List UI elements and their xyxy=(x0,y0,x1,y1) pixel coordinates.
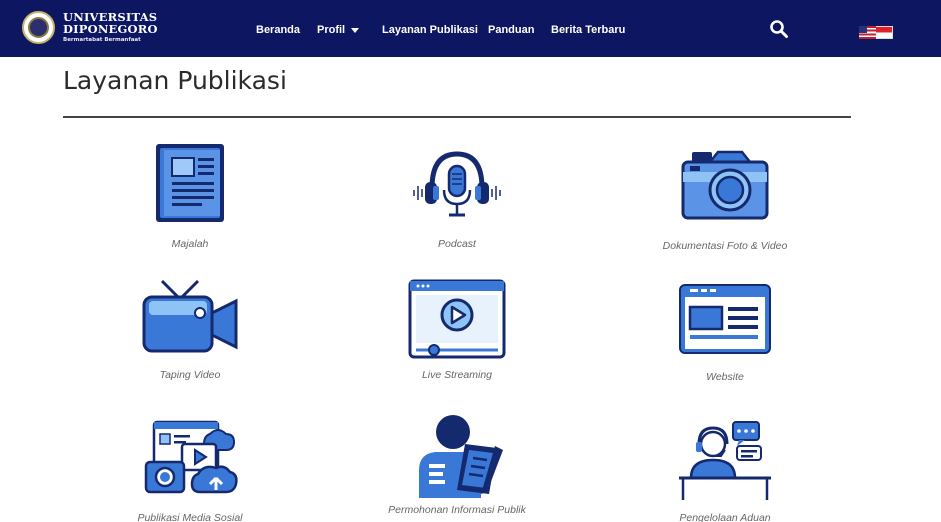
page-title: Layanan Publikasi xyxy=(63,66,287,95)
service-label: Pengelolaan Aduan xyxy=(679,512,771,522)
service-label: Taping Video xyxy=(159,369,221,381)
service-card-taping-video[interactable]: Taping Video xyxy=(90,279,290,381)
top-navbar: UNIVERSITAS DIPONEGORO Bermartabat Berma… xyxy=(0,0,941,57)
service-card-live-streaming[interactable]: Live Streaming xyxy=(357,279,557,381)
service-card-dokumentasi[interactable]: Dokumentasi Foto & Video xyxy=(625,150,825,252)
newspaper-icon xyxy=(156,144,224,222)
indonesia-flag-icon[interactable] xyxy=(876,26,893,39)
nav-profil[interactable]: Profil xyxy=(317,24,360,36)
service-card-majalah[interactable]: Majalah xyxy=(90,142,290,250)
main-nav: Beranda Profil Layanan Publikasi Panduan… xyxy=(0,0,700,57)
search-icon xyxy=(770,20,788,38)
nav-beranda[interactable]: Beranda xyxy=(256,24,300,36)
service-card-website[interactable]: Website xyxy=(625,283,825,383)
service-card-publikasi-media-sosial[interactable]: Publikasi Media Sosial xyxy=(90,420,290,522)
service-label: Website xyxy=(706,371,744,383)
service-label: Majalah xyxy=(171,238,209,250)
service-card-permohonan-informasi[interactable]: Permohonan Informasi Publik xyxy=(357,414,557,516)
nav-panduan[interactable]: Panduan xyxy=(488,24,534,36)
live-stream-player-icon xyxy=(408,279,506,359)
title-divider xyxy=(63,116,851,118)
service-label: Publikasi Media Sosial xyxy=(137,512,243,522)
website-icon xyxy=(679,284,771,354)
us-flag-icon[interactable] xyxy=(859,26,876,39)
service-label: Podcast xyxy=(438,238,476,250)
chevron-down-icon xyxy=(351,27,360,33)
information-request-icon xyxy=(419,415,503,498)
service-label: Dokumentasi Foto & Video xyxy=(662,240,788,252)
podcast-microphone-icon xyxy=(413,151,501,217)
service-card-pengelolaan-aduan[interactable]: Pengelolaan Aduan xyxy=(625,420,825,522)
social-media-icon xyxy=(144,420,238,494)
service-label: Live Streaming xyxy=(421,369,493,381)
language-switcher[interactable] xyxy=(859,26,893,39)
service-label: Permohonan Informasi Publik xyxy=(388,504,526,516)
video-camera-icon xyxy=(142,279,238,353)
camera-icon xyxy=(681,150,769,220)
nav-profil-label: Profil xyxy=(317,24,346,36)
complaint-support-icon xyxy=(679,421,771,500)
service-card-podcast[interactable]: Podcast xyxy=(357,148,557,250)
nav-layanan-publikasi[interactable]: Layanan Publikasi xyxy=(382,24,478,36)
search-button[interactable] xyxy=(769,19,789,39)
nav-berita-terbaru[interactable]: Berita Terbaru xyxy=(551,24,625,36)
